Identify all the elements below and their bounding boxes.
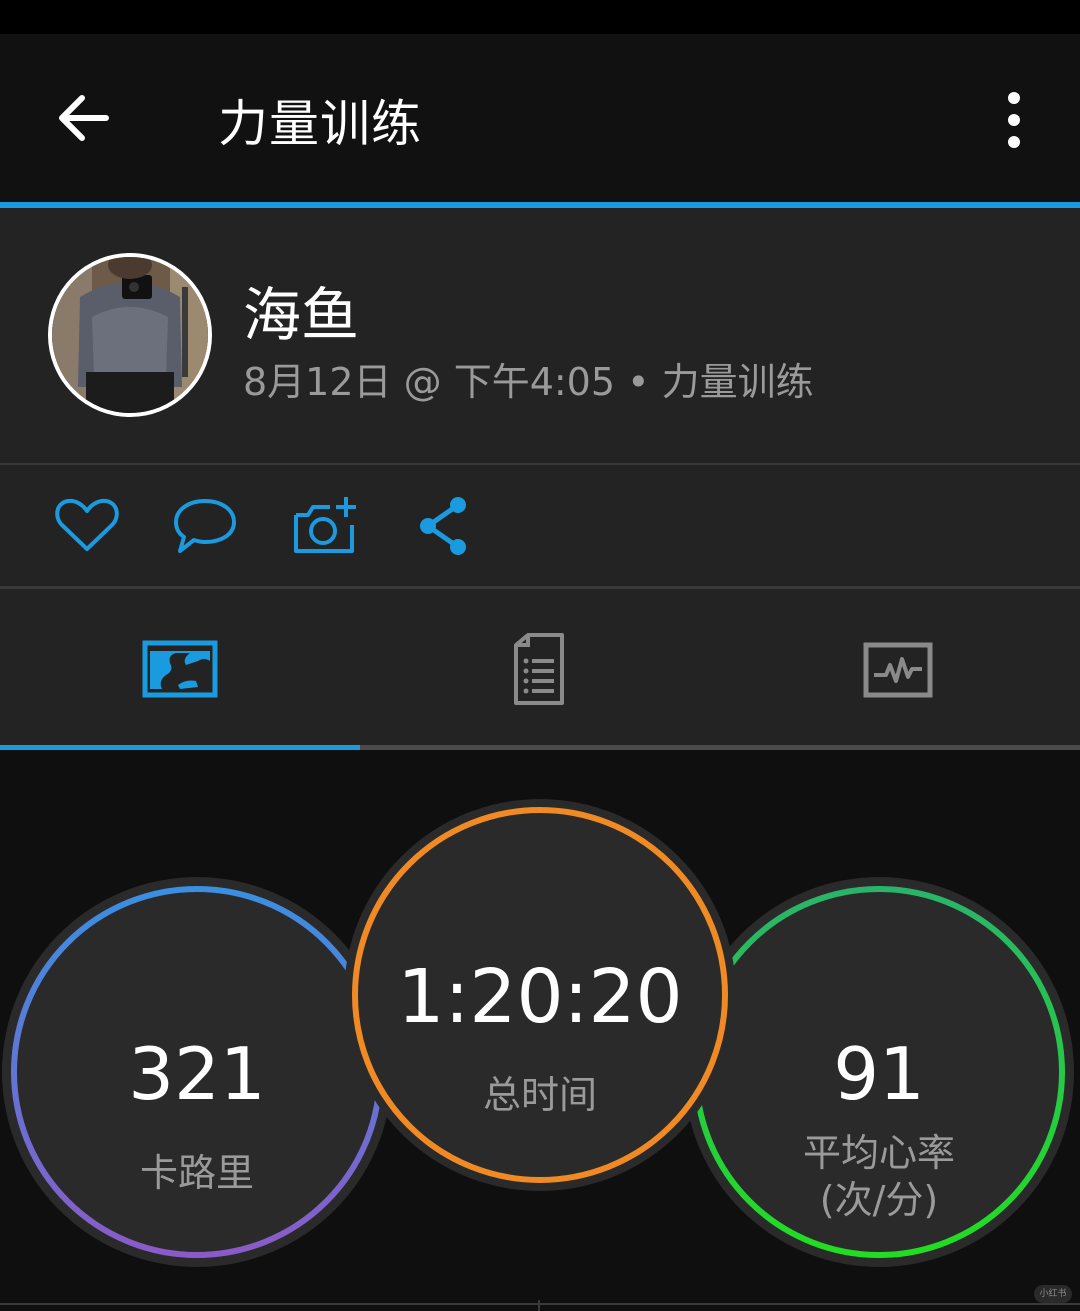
stats-panel: 321 卡路里 91 平均心率 (次/分) 1:20:20 总时间 [0,750,1080,1311]
watermark: 小红书 [1034,1285,1072,1303]
calories-label: 卡路里 [139,1151,254,1195]
comment-icon[interactable] [170,495,240,557]
total-time-stat[interactable]: 1:20:20 总时间 [344,799,736,1191]
heart-icon[interactable] [52,495,122,557]
app-bar: 力量训练 [0,34,1080,202]
avg-heart-rate-stat[interactable]: 91 平均心率 (次/分) [684,877,1074,1267]
divider [538,1300,540,1311]
add-photo-icon[interactable] [290,495,360,557]
action-bar [0,465,1080,586]
tab-charts[interactable] [720,589,1080,745]
avg-heart-rate-value: 91 [833,1032,925,1116]
status-bar [0,0,1080,34]
back-arrow-icon[interactable] [52,86,116,150]
more-options-icon[interactable] [990,88,1038,152]
activity-meta: 8月12日 @ 下午4:05 • 力量训练 [243,360,814,404]
map-icon [142,640,218,698]
tab-details[interactable] [360,589,720,745]
activity-tabs [0,589,1080,745]
page-title: 力量训练 [218,95,422,153]
calories-value: 321 [128,1032,266,1116]
divider [0,1303,1080,1305]
calories-stat[interactable]: 321 卡路里 [2,877,392,1267]
tab-map[interactable] [0,589,360,745]
activity-header: 海鱼 8月12日 @ 下午4:05 • 力量训练 [0,208,1080,463]
details-list-icon [514,633,564,705]
share-icon[interactable] [410,495,480,557]
chart-activity-icon [863,642,933,698]
user-name[interactable]: 海鱼 [243,268,359,352]
avatar-photo-icon [52,257,208,413]
avg-heart-rate-unit: (次/分) [819,1178,939,1222]
total-time-value: 1:20:20 [397,954,683,1040]
avatar[interactable] [48,253,212,417]
total-time-label: 总时间 [482,1073,597,1117]
